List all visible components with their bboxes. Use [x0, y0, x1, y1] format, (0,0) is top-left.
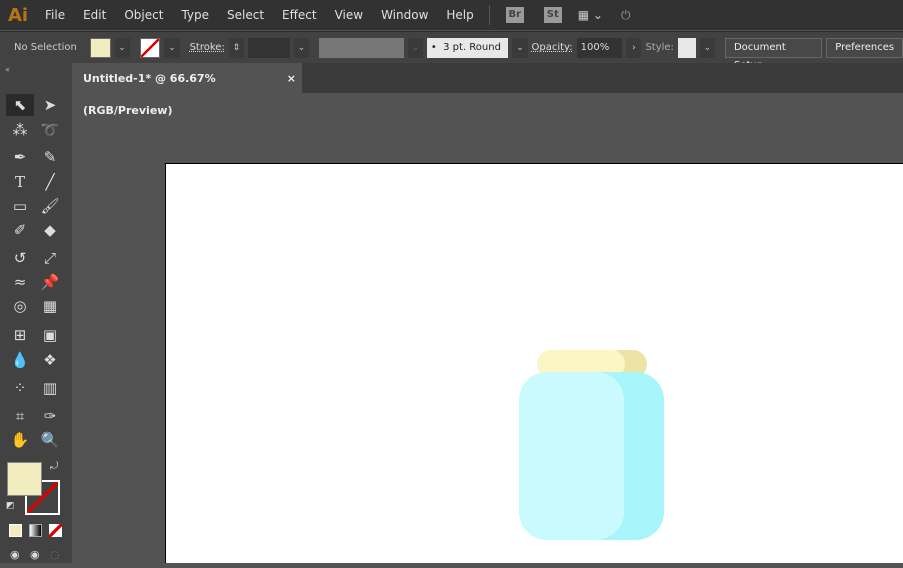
pen-tool-icon[interactable]: ✒ — [8, 147, 32, 167]
shaper-tool-icon[interactable]: ✐ — [8, 220, 32, 240]
none-mode-button[interactable] — [49, 524, 62, 537]
menu-effect[interactable]: Effect — [273, 8, 326, 22]
artboard[interactable] — [165, 163, 903, 563]
style-dropdown[interactable]: ⌄ — [699, 37, 715, 58]
puppet-warp-tool-icon[interactable]: 📌 — [38, 272, 62, 292]
workspace-layout-icon[interactable]: ▦ ⌄ — [578, 8, 603, 22]
document-tab-title: Untitled-1* @ 66.67% (RGB/Preview) — [83, 72, 216, 117]
rectangle-tool-icon[interactable]: ▭ — [8, 196, 32, 216]
opacity-field[interactable]: 100% — [576, 37, 623, 58]
hand-tool-icon[interactable]: ✋ — [8, 430, 32, 450]
style-label: Style: — [645, 42, 674, 53]
document-tab-bar: Untitled-1* @ 66.67% (RGB/Preview) × — [74, 63, 903, 117]
fill-dropdown[interactable]: ⌄ — [114, 37, 130, 58]
stroke-weight-stepper[interactable]: ⇕ — [228, 37, 244, 58]
paintbrush-tool-icon[interactable]: 🖌 — [38, 196, 62, 216]
profile-dropdown[interactable]: ⌄ — [407, 37, 423, 58]
default-colors-icon[interactable]: ◩ — [6, 501, 15, 511]
width-tool-icon[interactable]: ≈ — [8, 272, 32, 292]
jar-body — [519, 372, 624, 540]
document-tab[interactable]: Untitled-1* @ 66.67% (RGB/Preview) × — [74, 63, 302, 117]
column-graph-tool-icon[interactable]: ▥ — [38, 378, 62, 398]
draw-inside-icon[interactable]: ◌ — [50, 548, 60, 561]
mesh-tool-icon[interactable]: ⊞ — [8, 325, 32, 345]
stroke-swatch[interactable] — [139, 37, 161, 58]
opacity-arrow[interactable]: › — [626, 37, 642, 58]
menu-help[interactable]: Help — [437, 8, 482, 22]
app-logo: Ai — [7, 4, 29, 26]
menu-select[interactable]: Select — [218, 8, 273, 22]
stroke-label[interactable]: Stroke: — [190, 42, 225, 53]
opacity-label[interactable]: Opacity: — [532, 42, 573, 53]
fill-color-box[interactable] — [7, 462, 42, 496]
style-swatch[interactable] — [677, 37, 696, 58]
stroke-weight-field[interactable] — [247, 37, 290, 58]
fill-swatch[interactable] — [89, 37, 111, 58]
blend-tool-icon[interactable]: ❖ — [38, 350, 62, 370]
menu-window[interactable]: Window — [372, 8, 437, 22]
swap-colors-icon[interactable]: ⤾ — [50, 461, 58, 472]
perspective-grid-tool-icon[interactable]: ▦ — [38, 296, 62, 316]
draw-behind-icon[interactable]: ◉ — [30, 548, 40, 561]
gradient-mode-button[interactable] — [29, 524, 42, 537]
menu-type[interactable]: Type — [172, 8, 218, 22]
preferences-button[interactable]: Preferences — [826, 37, 903, 58]
document-setup-button[interactable]: Document Setup — [724, 37, 823, 71]
stroke-dropdown[interactable]: ⌄ — [164, 37, 180, 58]
eyedropper-tool-icon[interactable]: 💧 — [8, 350, 32, 370]
menu-edit[interactable]: Edit — [74, 8, 115, 22]
color-mode-button[interactable] — [9, 524, 22, 537]
gpu-power-icon[interactable]: ⏻ — [621, 8, 631, 23]
selection-status: No Selection — [14, 42, 77, 53]
magic-wand-tool-icon[interactable]: ⁂ — [8, 120, 32, 140]
menu-view[interactable]: View — [326, 8, 372, 22]
brush-field[interactable]: • 3 pt. Round — [426, 37, 509, 58]
direct-selection-tool-icon[interactable]: ➤ — [38, 95, 62, 115]
control-bar: No Selection ⌄ ⌄ Stroke: ⇕ ⌄ ⌄ • 3 pt. R… — [0, 31, 903, 71]
collapse-panel-icon[interactable]: « — [5, 65, 10, 74]
stroke-weight-dropdown[interactable]: ⌄ — [293, 37, 309, 58]
symbol-sprayer-tool-icon[interactable]: ⁘ — [8, 378, 32, 398]
draw-normal-icon[interactable]: ◉ — [10, 548, 20, 561]
menu-file[interactable]: File — [36, 8, 74, 22]
bridge-button[interactable]: Br — [505, 7, 524, 23]
menu-object[interactable]: Object — [115, 8, 172, 22]
gradient-tool-icon[interactable]: ▣ — [38, 325, 62, 345]
line-tool-icon[interactable]: ╱ — [38, 172, 62, 192]
lasso-tool-icon[interactable]: ➰ — [38, 120, 62, 140]
eraser-tool-icon[interactable]: ◆ — [38, 220, 62, 240]
shape-builder-tool-icon[interactable]: ◎ — [8, 296, 32, 316]
menu-bar: Ai File Edit Object Type Select Effect V… — [0, 0, 903, 30]
selection-tool-icon[interactable]: ⬉ — [8, 95, 32, 115]
rotate-tool-icon[interactable]: ↺ — [8, 248, 32, 268]
curvature-tool-icon[interactable]: ✎ — [38, 147, 62, 167]
jar-illustration[interactable] — [166, 164, 903, 564]
type-tool-icon[interactable]: T — [8, 172, 32, 192]
stock-button[interactable]: St — [543, 7, 562, 23]
tools-panel: « ⬉ ➤ ⁂ ➰ ✒ ✎ T ╱ ▭ 🖌 ✐ ◆ ↺ ⤢ ≈ 📌 ◎ ▦ ⊞ … — [0, 63, 72, 563]
zoom-tool-icon[interactable]: 🔍 — [38, 430, 62, 450]
artboard-tool-icon[interactable]: ⌗ — [8, 406, 32, 426]
brush-dropdown[interactable]: ⌄ — [512, 37, 528, 58]
brush-value: 3 pt. Round — [443, 41, 501, 53]
close-tab-icon[interactable]: × — [287, 63, 296, 95]
variable-width-profile[interactable] — [318, 37, 404, 58]
scale-tool-icon[interactable]: ⤢ — [38, 248, 62, 268]
slice-tool-icon[interactable]: ✑ — [38, 406, 62, 426]
